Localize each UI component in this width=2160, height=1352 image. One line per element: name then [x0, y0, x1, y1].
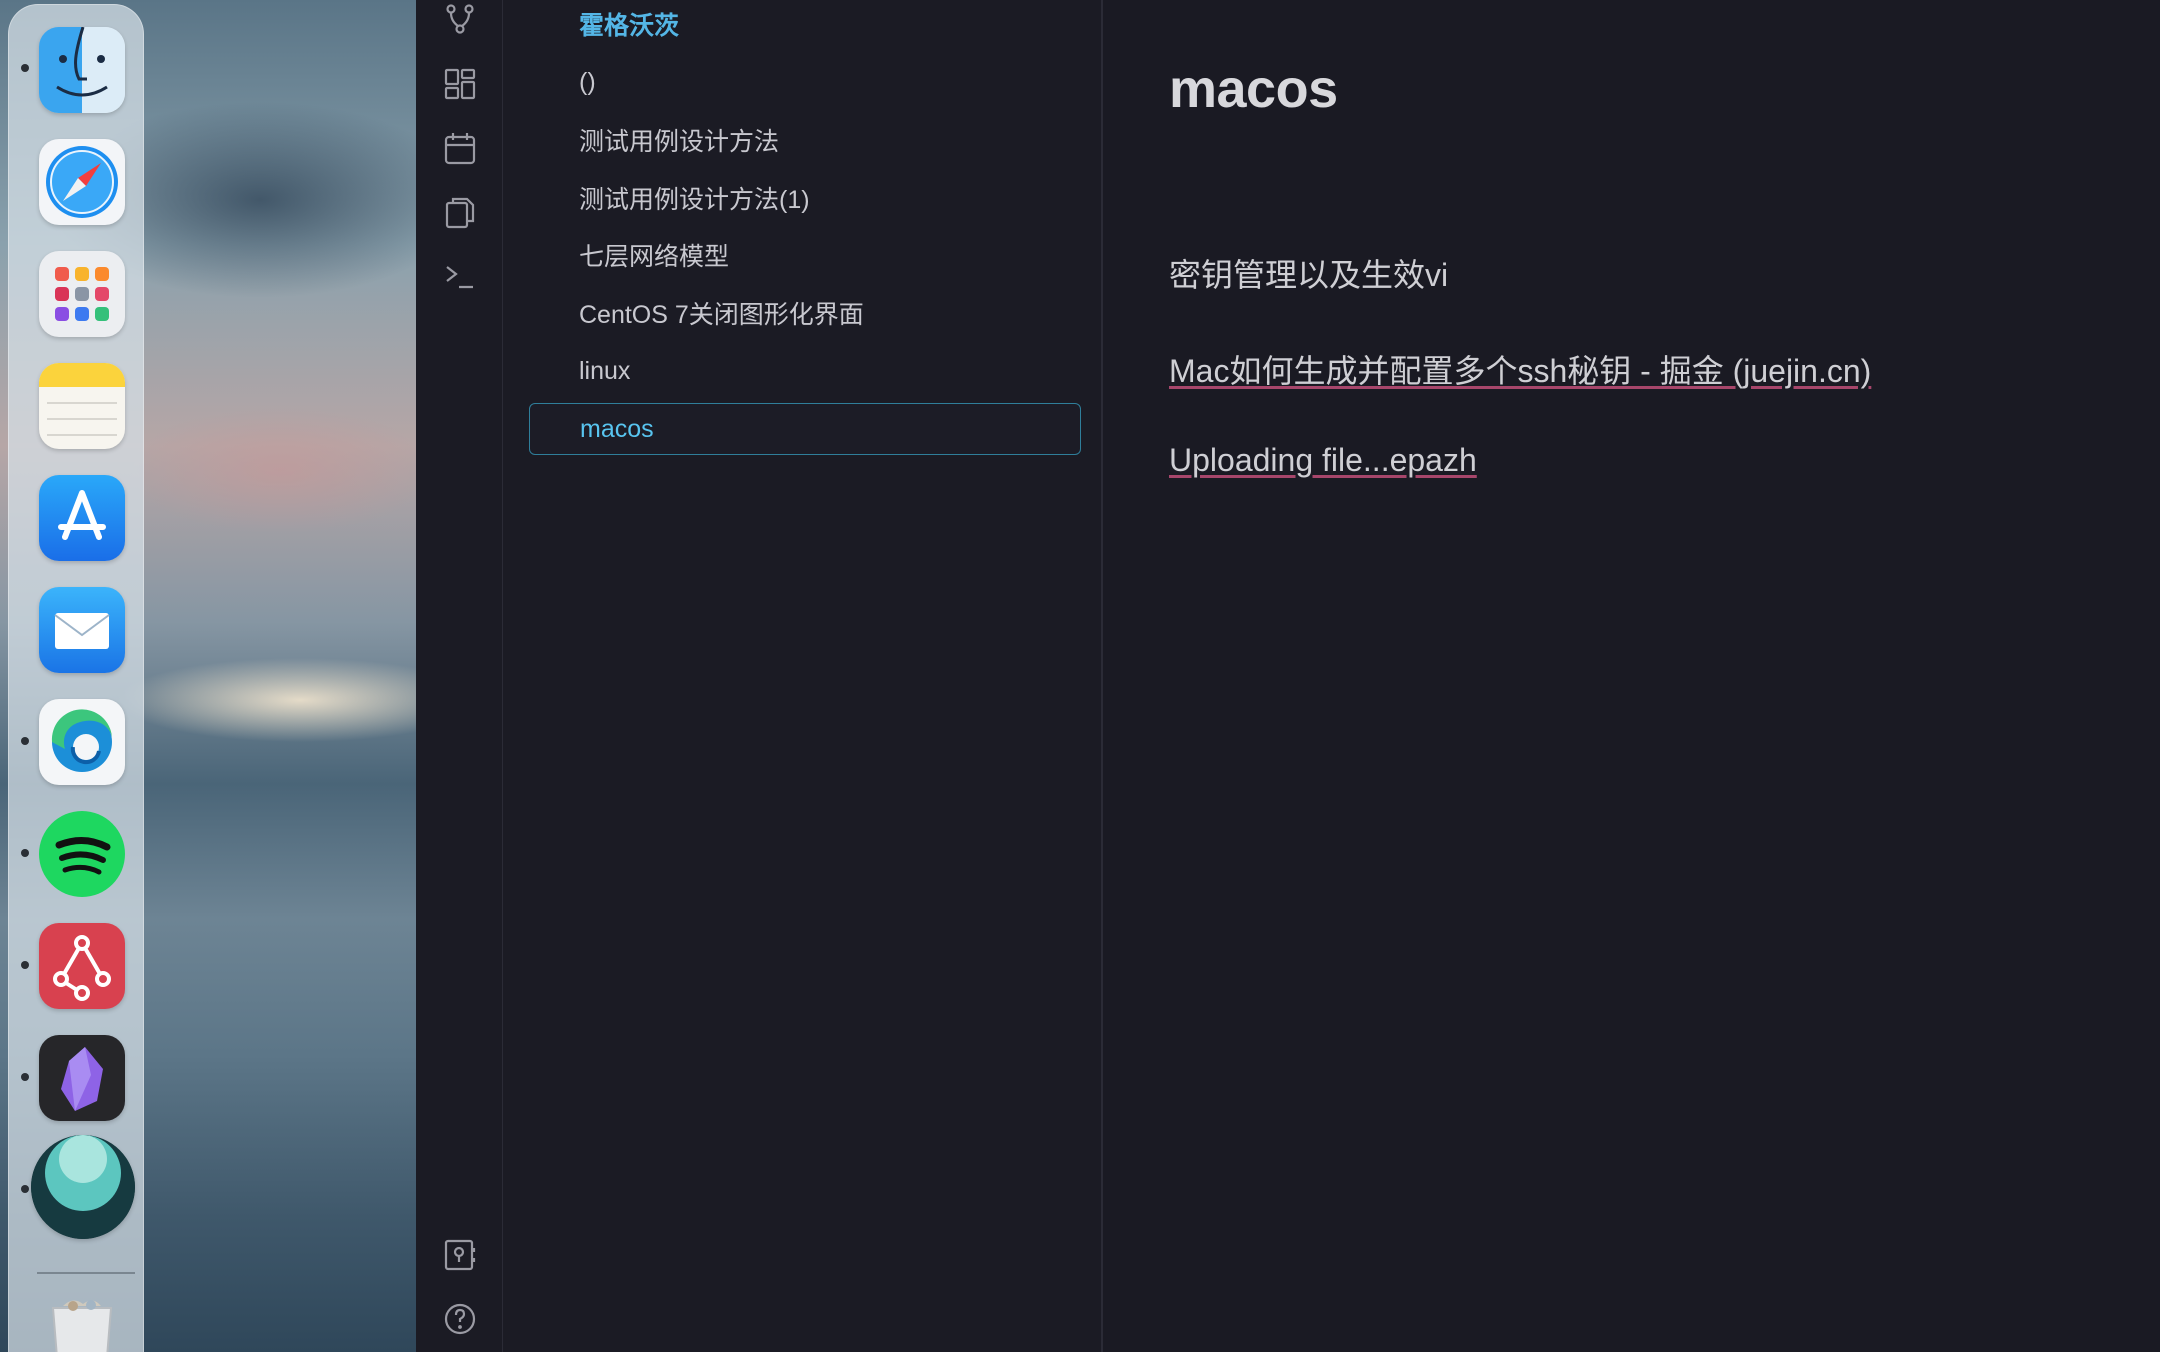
calendar-icon[interactable]: [440, 128, 480, 168]
file-item[interactable]: 七层网络模型: [529, 229, 1081, 281]
trash-icon[interactable]: [39, 1296, 125, 1352]
app-ribbon: [416, 0, 503, 1352]
dock-item-safari[interactable]: [39, 138, 143, 226]
running-indicator: [21, 849, 29, 857]
folder-item[interactable]: 霍格沃茨: [529, 0, 1081, 50]
dock: [8, 4, 144, 1352]
running-indicator: [21, 1073, 29, 1081]
obsidian-icon[interactable]: [39, 1035, 125, 1121]
file-item[interactable]: 测试用例设计方法(1): [529, 172, 1081, 224]
teal-circle-icon[interactable]: [31, 1135, 135, 1239]
graph-view-icon[interactable]: [440, 0, 480, 40]
dock-item-edge[interactable]: [39, 698, 143, 786]
running-indicator: [21, 1185, 29, 1193]
file-item[interactable]: linux: [529, 345, 1081, 397]
safari-icon[interactable]: [39, 139, 125, 225]
file-item[interactable]: CentOS 7关闭图形化界面: [529, 287, 1081, 339]
mail-icon[interactable]: [39, 587, 125, 673]
edge-icon[interactable]: [39, 699, 125, 785]
note-link[interactable]: Mac如何生成并配置多个ssh秘钥 - 掘金 (juejin.cn): [1169, 346, 1871, 392]
note-text-line[interactable]: 密钥管理以及生效vi: [1169, 250, 1448, 296]
dock-item-obsidian[interactable]: [39, 1034, 143, 1122]
dock-item-mail[interactable]: [39, 586, 143, 674]
file-item[interactable]: 测试用例设计方法: [529, 114, 1081, 166]
editor-pane[interactable]: macos 密钥管理以及生效vi Mac如何生成并配置多个ssh秘钥 - 掘金 …: [1105, 0, 2160, 1352]
dock-separator: [37, 1272, 135, 1274]
dock-item-finder[interactable]: [39, 26, 143, 114]
terminal-icon[interactable]: [440, 256, 480, 296]
dock-item-launchpad[interactable]: [39, 250, 143, 338]
running-indicator: [21, 737, 29, 745]
note-title[interactable]: macos: [1169, 58, 1338, 120]
dock-item-notes[interactable]: [39, 362, 143, 450]
spotify-icon[interactable]: [39, 811, 125, 897]
upload-status-text[interactable]: Uploading file...epazh: [1169, 442, 1477, 478]
dock-item-teal-app[interactable]: [31, 1135, 135, 1239]
dock-item-git-client[interactable]: [39, 922, 143, 1010]
dock-item-trash[interactable]: [39, 1295, 143, 1352]
copy-files-icon[interactable]: [440, 192, 480, 232]
running-indicator: [21, 64, 29, 72]
help-icon[interactable]: [440, 1299, 480, 1339]
dock-item-app-store[interactable]: [39, 474, 143, 562]
dock-item-spotify[interactable]: [39, 810, 143, 898]
running-indicator: [21, 961, 29, 969]
git-client-icon[interactable]: [39, 923, 125, 1009]
notes-icon[interactable]: [39, 363, 125, 449]
launchpad-icon[interactable]: [39, 251, 125, 337]
vault-switch-icon[interactable]: [440, 1235, 480, 1275]
app-store-icon[interactable]: [39, 475, 125, 561]
finder-icon[interactable]: [39, 27, 125, 113]
upload-status[interactable]: Uploading file...epazh: [1169, 442, 1477, 479]
file-item[interactable]: (): [529, 56, 1081, 108]
file-item-active[interactable]: macos: [529, 403, 1081, 455]
canvas-grid-icon[interactable]: [440, 64, 480, 104]
file-explorer: 霍格沃茨 () 测试用例设计方法 测试用例设计方法(1) 七层网络模型 Cent…: [503, 0, 1103, 1352]
